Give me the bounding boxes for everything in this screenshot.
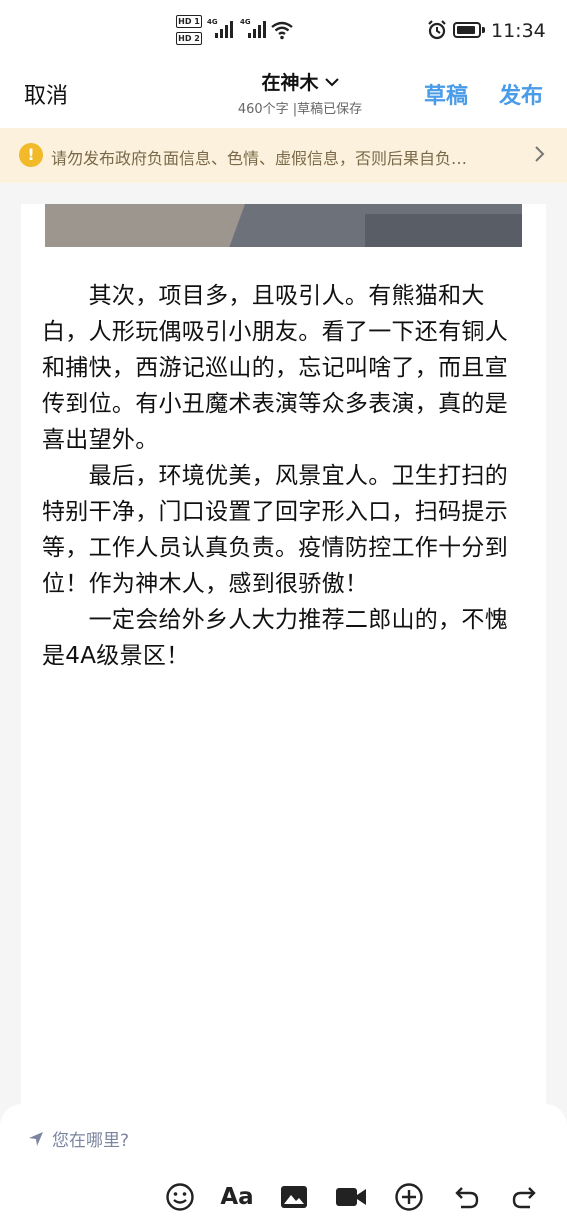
- topic-selector[interactable]: 在神木 460个字 |草稿已保存: [180, 68, 420, 117]
- hd2-label: HD 2: [176, 32, 202, 45]
- topic-title-row[interactable]: 在神木: [261, 68, 339, 95]
- article-body[interactable]: 其次，项目多，且吸引人。有熊猫和大白，人形玩偶吸引小朋友。看了一下还有铜人和捕快…: [42, 278, 526, 674]
- battery-icon: [453, 22, 485, 38]
- editor-header: 取消 在神木 460个字 |草稿已保存 草稿 发布: [0, 62, 567, 128]
- text-format-button[interactable]: Aa: [220, 1180, 254, 1214]
- signal-icon: 4G: [207, 18, 237, 40]
- location-picker[interactable]: 您在哪里?: [28, 1126, 129, 1151]
- location-placeholder: 您在哪里?: [52, 1131, 130, 1151]
- chevron-down-icon: [324, 77, 339, 86]
- wifi-icon: [271, 21, 293, 40]
- image-button[interactable]: [277, 1180, 311, 1214]
- network-label: 4G: [207, 18, 218, 26]
- undo-icon: [455, 1187, 479, 1209]
- video-camera-icon: [336, 1188, 366, 1206]
- status-bar: HD 1 HD 2 4G 4G 11:34: [0, 0, 567, 62]
- plus-circle-icon: [395, 1183, 423, 1211]
- publish-button[interactable]: 发布: [499, 78, 543, 110]
- exclamation-icon: !: [19, 143, 43, 167]
- paragraph: 其次，项目多，且吸引人。有熊猫和大白，人形玩偶吸引小朋友。看了一下还有铜人和捕快…: [42, 283, 508, 453]
- draft-button[interactable]: 草稿: [424, 78, 468, 110]
- topic-title: 在神木: [261, 72, 319, 94]
- inserted-photo[interactable]: [45, 204, 522, 247]
- location-arrow-icon: [29, 1131, 43, 1146]
- alarm-icon: [428, 20, 446, 40]
- emoji-button[interactable]: [163, 1180, 197, 1214]
- undo-button[interactable]: [450, 1180, 484, 1214]
- hd-indicator: HD 1 HD 2: [176, 15, 204, 47]
- redo-button[interactable]: [507, 1180, 541, 1214]
- chevron-right-icon: [535, 146, 545, 162]
- warning-banner[interactable]: ! 请勿发布政府负面信息、色情、虚假信息，否则后果自负…: [0, 128, 567, 183]
- editor-toolbar: Aa: [0, 1180, 567, 1216]
- clock: 11:34: [491, 20, 546, 42]
- bottom-panel: 您在哪里? Aa: [0, 1104, 567, 1227]
- network-label: 4G: [240, 18, 251, 26]
- emoji-icon: [166, 1183, 194, 1211]
- hd1-label: HD 1: [176, 15, 202, 28]
- paragraph: 最后，环境优美，风景宜人。卫生打扫的特别干净，门口设置了回字形入口，扫码提示等，…: [42, 463, 508, 597]
- redo-icon: [512, 1187, 536, 1209]
- cancel-button[interactable]: 取消: [24, 78, 68, 110]
- image-icon: [281, 1186, 307, 1208]
- word-count-status: 460个字 |草稿已保存: [237, 102, 363, 117]
- paragraph: 一定会给外乡人大力推荐二郎山的，不愧是4A级景区！: [42, 607, 508, 669]
- editor-area[interactable]: 其次，项目多，且吸引人。有熊猫和大白，人形玩偶吸引小朋友。看了一下还有铜人和捕快…: [21, 204, 546, 1134]
- video-button[interactable]: [334, 1180, 368, 1214]
- signal-icon: 4G: [240, 18, 270, 40]
- add-button[interactable]: [392, 1180, 426, 1214]
- warning-text: 请勿发布政府负面信息、色情、虚假信息，否则后果自负…: [51, 149, 468, 168]
